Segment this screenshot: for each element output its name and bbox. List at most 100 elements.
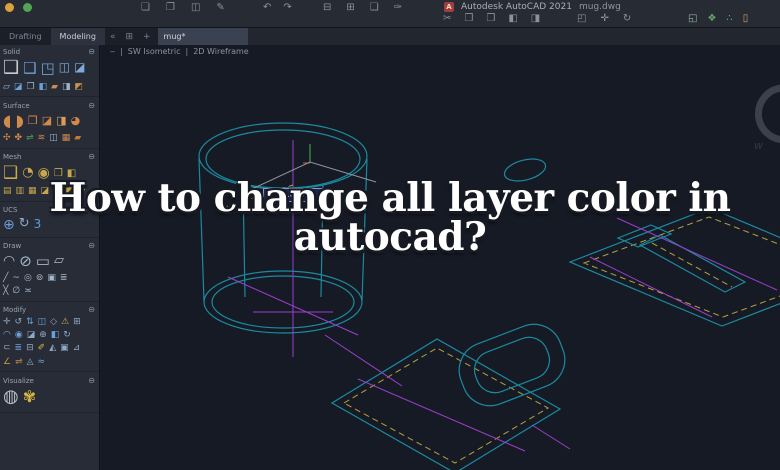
tab-modeling[interactable]: Modeling	[50, 28, 105, 45]
scale-tool-icon[interactable]: ◇	[50, 317, 57, 327]
fillet-edge-tool-icon[interactable]: ◨	[62, 82, 71, 92]
multiline-tool-icon[interactable]: ≍	[24, 286, 32, 296]
viewport-icon[interactable]: ∴	[726, 13, 732, 25]
lengthen-tool-icon[interactable]: ⊿	[73, 343, 81, 353]
spline-tool-icon[interactable]: ~	[12, 273, 20, 283]
rotate-tool-icon[interactable]: ↺	[15, 317, 23, 327]
print-icon[interactable]: ⊟	[323, 2, 331, 14]
surface-trim-tool-icon[interactable]: ✣	[3, 133, 11, 143]
surface-fillet-tool-icon[interactable]: ◕	[71, 114, 81, 128]
subobject-tool-icon[interactable]: ◉	[15, 330, 23, 340]
box-tool-icon[interactable]: ❑	[3, 57, 19, 79]
plot-style-icon[interactable]: ✑	[394, 2, 402, 14]
page-setup-icon[interactable]: ❏	[370, 2, 379, 14]
break-tool-icon[interactable]: ⊟	[26, 343, 34, 353]
surface-extend-tool-icon[interactable]: ⇌	[26, 133, 34, 143]
section-collapse-icon[interactable]: ⊖	[88, 376, 95, 385]
save-as-icon[interactable]: ✎	[216, 2, 224, 14]
palette-collapse-button[interactable]: «	[105, 28, 121, 45]
array-tool-icon[interactable]: ⊞	[73, 317, 81, 327]
zoom-window-button[interactable]	[23, 3, 32, 12]
sweep-tool-icon[interactable]: ◪	[74, 61, 85, 75]
mirror-tool-icon[interactable]: ◧	[51, 330, 60, 340]
join-tool-icon[interactable]: ✐	[38, 343, 46, 353]
donut-tool-icon[interactable]: ⊚	[36, 273, 44, 283]
section-collapse-icon[interactable]: ⊖	[88, 101, 95, 110]
ellipse-tool-icon[interactable]: ◎	[24, 273, 32, 283]
cube-tool-icon[interactable]: ❑	[23, 59, 36, 77]
undo-icon[interactable]: ↶	[263, 2, 271, 14]
cut-icon[interactable]: ✂	[443, 13, 451, 25]
save-icon[interactable]: ◫	[191, 2, 200, 14]
section-collapse-icon[interactable]: ⊖	[88, 153, 95, 161]
subtract-tool-icon[interactable]: ◪	[14, 82, 23, 92]
surface-rebuild-tool-icon[interactable]: ▦	[62, 133, 71, 143]
point-tool-icon[interactable]: ╳	[3, 286, 8, 296]
overkill-tool-icon[interactable]: ≈	[38, 357, 46, 367]
block-icon[interactable]: ◨	[531, 13, 540, 25]
surface-patch-tool-icon[interactable]: ❒	[28, 114, 38, 128]
svg-text:w: w	[754, 139, 763, 152]
spline-edit-tool-icon[interactable]: ⇌	[15, 357, 23, 367]
line-tool-icon[interactable]: ╱	[3, 273, 8, 283]
surface-sculpt-tool-icon[interactable]: ≋	[38, 133, 46, 143]
extrude-tool-icon[interactable]: ◳	[41, 59, 55, 77]
polyline-edit-tool-icon[interactable]: ∠	[3, 357, 11, 367]
orbit-icon[interactable]: ↻	[623, 13, 631, 25]
new-file-icon[interactable]: ❏	[141, 2, 150, 14]
match-properties-icon[interactable]: ◧	[508, 13, 517, 25]
surface-offset-tool-icon[interactable]: ◪	[42, 114, 52, 128]
grid-view-icon[interactable]: ⊞	[120, 28, 138, 45]
surface-cv-tool-icon[interactable]: ◫	[49, 133, 58, 143]
surface-analysis-tool-icon[interactable]: ▰	[74, 133, 81, 143]
surface-untrim-tool-icon[interactable]: ✤	[15, 133, 23, 143]
viewport-menu-button[interactable]: ‒	[110, 47, 115, 56]
surface-blend-tool-icon[interactable]: ◨	[56, 114, 66, 128]
hatch-tool-icon[interactable]: ≣	[60, 273, 68, 283]
redo-icon[interactable]: ↷	[283, 2, 291, 14]
layer-icon[interactable]: ◱	[688, 13, 697, 25]
region-tool-icon[interactable]: ▣	[47, 273, 56, 283]
new-tab-button[interactable]: +	[138, 28, 156, 45]
presspull-tool-icon[interactable]: ◫	[59, 61, 70, 75]
section-collapse-icon[interactable]: ⊖	[88, 306, 95, 314]
viewport-style-label[interactable]: 2D Wireframe	[193, 47, 249, 56]
intersect-tool-icon[interactable]: ❒	[26, 82, 34, 92]
ray-tool-icon[interactable]: ∅	[12, 286, 20, 296]
extend-tool-icon[interactable]: ≣	[15, 343, 23, 353]
annotate-warning-tool-icon[interactable]: ⚠	[61, 317, 69, 327]
slice-tool-icon[interactable]: ◧	[39, 82, 48, 92]
union-tool-icon[interactable]: ▱	[3, 82, 10, 92]
pan-icon[interactable]: ✛	[600, 13, 608, 25]
open-file-icon[interactable]: ❐	[166, 2, 175, 14]
file-tab-mug[interactable]: mug*	[157, 28, 248, 45]
surface-loft-tool-icon[interactable]: ◗	[15, 111, 23, 130]
zoom-window-icon[interactable]: ◰	[577, 13, 586, 25]
minimize-button[interactable]	[5, 3, 14, 12]
section-divider	[0, 300, 99, 302]
offset-tool-icon[interactable]: ↻	[63, 330, 71, 340]
explode-tool-icon[interactable]: ◭	[49, 343, 56, 353]
light-tool-icon[interactable]: ✾	[23, 387, 36, 406]
move-tool-icon[interactable]: ✛	[3, 317, 11, 327]
paste-icon[interactable]: ❒	[486, 13, 495, 25]
viewport-view-label[interactable]: SW Isometric	[128, 47, 181, 56]
tab-drafting[interactable]: Drafting	[0, 28, 51, 45]
sheet-set-icon[interactable]: ❖	[707, 13, 716, 25]
chamfer-tool-icon[interactable]: ◪	[27, 330, 36, 340]
copy-tool-icon[interactable]: ◫	[38, 317, 47, 327]
reference-icon[interactable]: ▯	[743, 13, 749, 25]
stretch-tool-icon[interactable]: ⇅	[26, 317, 34, 327]
taper-face-tool-icon[interactable]: ◩	[74, 82, 83, 92]
surface-network-tool-icon[interactable]: ◖	[3, 111, 11, 130]
align-tool-icon[interactable]: ▣	[60, 343, 69, 353]
shell-tool-icon[interactable]: ▰	[51, 82, 58, 92]
trim-tool-icon[interactable]: ⊂	[3, 343, 11, 353]
materials-tool-icon[interactable]: ◍	[3, 386, 19, 408]
copy-icon[interactable]: ❐	[464, 13, 473, 25]
reverse-tool-icon[interactable]: ◬	[27, 357, 34, 367]
section-collapse-icon[interactable]: ⊖	[88, 47, 95, 56]
blend-tool-icon[interactable]: ⊕	[39, 330, 47, 340]
fillet-tool-icon[interactable]: ◠	[3, 330, 11, 340]
plot-icon[interactable]: ⊞	[346, 2, 354, 14]
